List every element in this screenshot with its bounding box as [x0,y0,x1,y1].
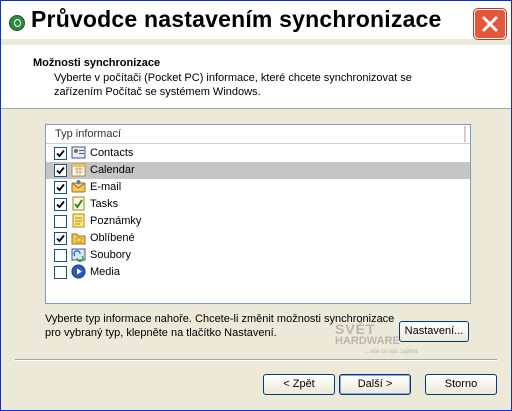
check-icon [56,149,65,158]
column-header-label: Typ informací [55,128,122,140]
checkbox[interactable] [54,232,67,245]
list-item-label: Calendar [90,164,135,176]
header-description: Vyberte v počítači (Pocket PC) informace… [54,72,412,98]
list-item-label: Poznámky [90,215,142,227]
list-item-label: Contacts [90,147,134,159]
checkbox[interactable] [54,198,67,211]
list-item[interactable]: Soubory [46,247,470,264]
list-item-label: Oblíbené [90,232,135,244]
calendar-icon [71,162,86,177]
media-icon [71,264,86,279]
list-item-label: E-mail [90,181,122,193]
next-button[interactable]: Další > [339,374,411,395]
title-bar[interactable]: Průvodce nastavením synchronizace [1,1,511,39]
check-icon [56,183,65,192]
check-icon [56,200,65,209]
checkbox[interactable] [54,164,67,177]
list-item[interactable]: Tasks [46,196,470,213]
check-icon [56,234,65,243]
window-title: Průvodce nastavením synchronizace [31,6,442,32]
list-item-label: Tasks [90,198,119,210]
checkbox[interactable] [54,249,67,262]
settings-button[interactable]: Nastavení... [399,321,469,342]
back-button[interactable]: < Zpět [263,374,335,395]
list-item-label: Media [90,266,120,278]
checkbox[interactable] [54,215,67,228]
footer-divider [15,359,497,361]
list-item[interactable]: Calendar [46,162,470,179]
contacts-icon [71,145,86,160]
files-icon [71,247,86,262]
checkbox[interactable] [54,266,67,279]
dialog-window: Průvodce nastavením synchronizace Možnos… [0,0,512,411]
column-separator[interactable] [464,126,466,142]
list-item-label: Soubory [90,249,131,261]
list-item[interactable]: E-mail [46,179,470,196]
checkbox[interactable] [54,147,67,160]
instruction-text: Vyberte typ informace nahoře. Chcete-li … [45,313,395,339]
list-column-header[interactable]: Typ informací [46,125,470,144]
sync-app-icon [9,15,25,31]
watermark-line3: ...vše co vás zajímá [365,349,418,355]
close-icon [482,16,498,32]
list-item[interactable]: Oblíbené [46,230,470,247]
sync-types-list[interactable]: Typ informací Contacts Calendar E-mail Task… [45,124,471,304]
cancel-button[interactable]: Storno [425,374,497,395]
wizard-header: Možnosti synchronizace Vyberte v počítač… [1,45,511,109]
email-icon [71,179,86,194]
close-button[interactable] [474,9,506,39]
list-item[interactable]: Media [46,264,470,281]
check-icon [56,166,65,175]
notes-icon [71,213,86,228]
list-item[interactable]: Poznámky [46,213,470,230]
favorites-icon [71,230,86,245]
header-title: Možnosti synchronizace [33,57,161,69]
list-item[interactable]: Contacts [46,145,470,162]
checkbox[interactable] [54,181,67,194]
tasks-icon [71,196,86,211]
